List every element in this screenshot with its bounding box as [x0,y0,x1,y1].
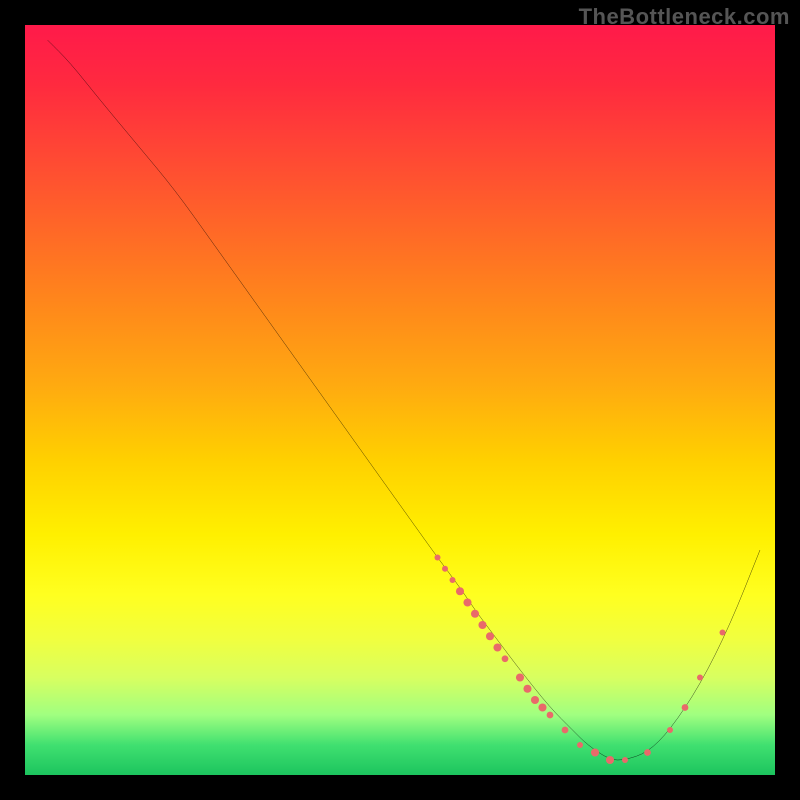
data-marker [478,621,486,629]
data-marker [538,703,546,711]
data-marker [644,749,651,756]
data-marker [486,632,494,640]
data-marker [493,643,501,651]
chart-svg [25,25,775,775]
data-marker [463,598,471,606]
data-marker [667,727,673,733]
data-marker [442,566,448,572]
watermark-text: TheBottleneck.com [579,4,790,30]
data-marker [435,555,441,561]
curve-line [48,40,761,760]
data-marker [606,756,614,764]
curve-line-group [48,40,761,760]
data-marker [531,696,539,704]
data-marker [471,610,479,618]
plot-area [25,25,775,775]
data-marker [502,655,509,662]
data-marker [591,748,599,756]
data-marker [697,675,703,681]
data-markers [435,555,726,765]
data-marker [523,685,531,693]
data-marker [516,673,524,681]
data-marker [547,712,554,719]
data-marker [562,727,569,734]
data-marker [720,630,726,636]
data-marker [577,742,583,748]
data-marker [456,587,464,595]
data-marker [450,577,456,583]
data-marker [682,704,689,711]
data-marker [622,757,628,763]
